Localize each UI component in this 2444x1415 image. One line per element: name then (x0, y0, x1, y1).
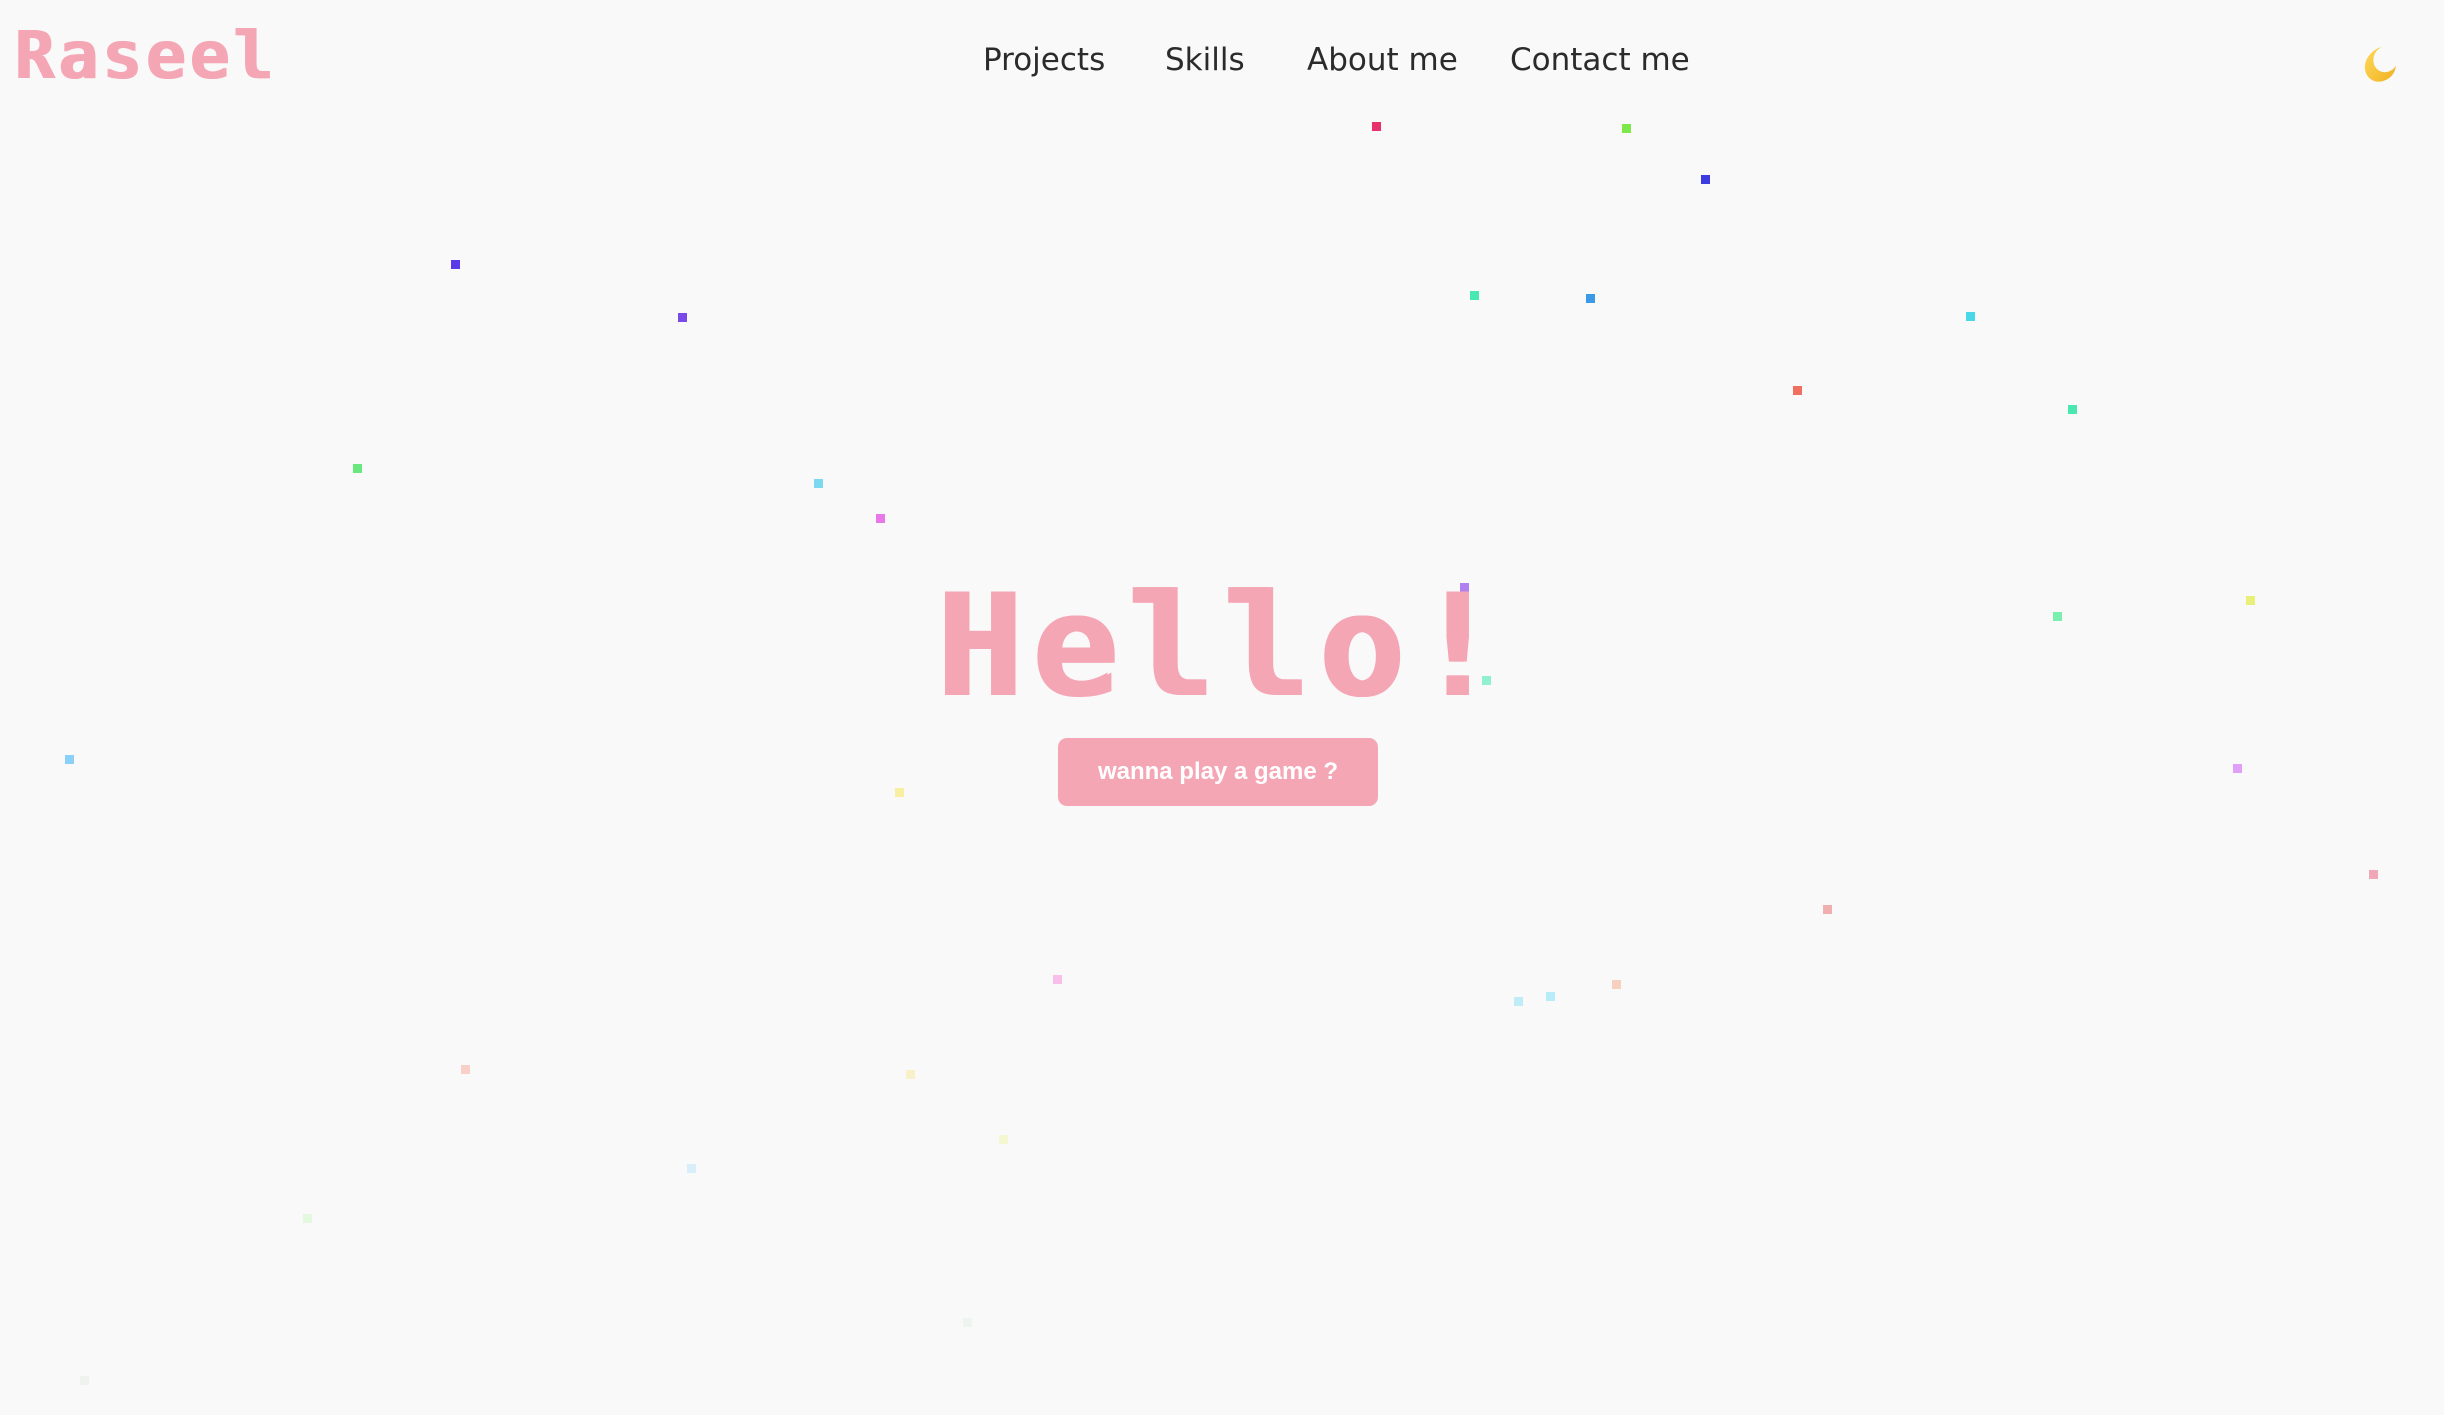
particle (999, 1135, 1008, 1144)
page: Raseel Projects Skills About me Contact … (0, 0, 2444, 1415)
particle (876, 514, 885, 523)
particle (2068, 405, 2077, 414)
particle (895, 788, 904, 797)
particle (1823, 905, 1832, 914)
particle (1966, 312, 1975, 321)
particle (303, 1214, 312, 1223)
play-game-button[interactable]: wanna play a game ? (1058, 738, 1378, 806)
nav-item-contact-me[interactable]: Contact me (1510, 33, 1690, 87)
particle (1546, 992, 1555, 1001)
particle (2233, 764, 2242, 773)
particle (906, 1070, 915, 1079)
nav-item-projects[interactable]: Projects (983, 33, 1105, 87)
particle (1470, 291, 1479, 300)
particle (2369, 870, 2378, 879)
particle (1586, 294, 1595, 303)
particle (814, 479, 823, 488)
particle (1053, 975, 1062, 984)
particle (963, 1318, 972, 1327)
crescent-moon-icon (2364, 46, 2396, 82)
main-nav: Projects Skills About me Contact me (0, 33, 2444, 87)
particle (1372, 122, 1381, 131)
particle (1701, 175, 1710, 184)
theme-toggle-button[interactable] (2357, 36, 2411, 90)
nav-item-about-me[interactable]: About me (1307, 33, 1458, 87)
particle (353, 464, 362, 473)
particle (80, 1376, 89, 1385)
particle (1612, 980, 1621, 989)
particle (1622, 124, 1631, 133)
particle (1514, 997, 1523, 1006)
particle (461, 1065, 470, 1074)
particle (451, 260, 460, 269)
particle (65, 755, 74, 764)
nav-item-skills[interactable]: Skills (1165, 33, 1245, 87)
particle (678, 313, 687, 322)
particle (687, 1164, 696, 1173)
hero-title: Hello! (935, 564, 1509, 729)
particle (1793, 386, 1802, 395)
